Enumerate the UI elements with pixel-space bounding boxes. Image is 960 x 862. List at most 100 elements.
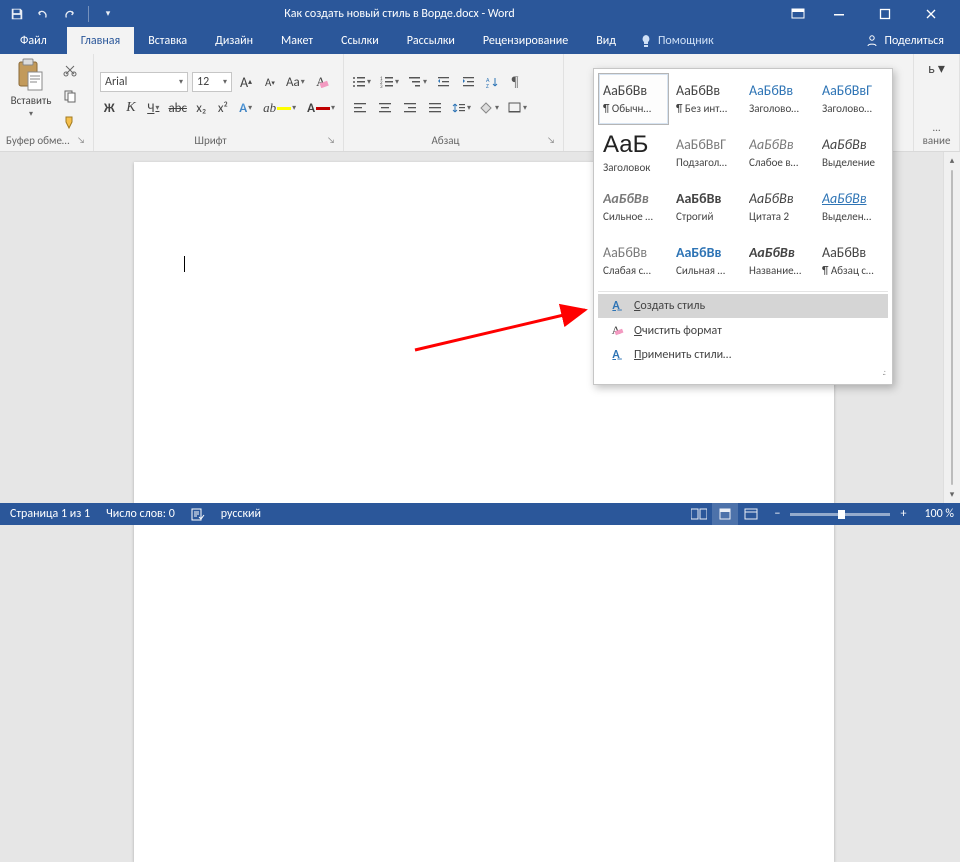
tab-insert[interactable]: Вставка [134,27,201,54]
copy-icon[interactable] [60,86,80,106]
shrink-font-icon[interactable]: A▾ [260,72,280,92]
grow-font-icon[interactable]: A▴ [236,72,256,92]
clear-formatting-icon[interactable]: A [311,72,331,92]
vertical-scrollbar[interactable]: ▴ ▾ [943,152,960,503]
increase-indent-button[interactable] [459,72,479,92]
clear-format-icon: A [608,323,624,338]
superscript-button[interactable]: x² [216,98,231,118]
ribbon-display-options-icon[interactable] [780,0,816,27]
zoom-value[interactable]: 100 % [916,507,954,521]
status-word-count[interactable]: Число слов: 0 [102,507,187,521]
text-caret [184,256,185,272]
justify-button[interactable] [425,98,445,118]
font-name-combo[interactable]: Arial ▾ [100,72,188,92]
style-gallery-item[interactable]: АаБбВвГПодзагол… [671,127,742,179]
styles-gallery-popup: АаБбВв¶ Обычн…АаБбВв¶ Без инт…АаБбВвЗаго… [593,68,893,385]
style-gallery-item[interactable]: АаБбВвВыделение [817,127,888,179]
sort-button[interactable]: AZ [484,72,500,92]
cut-icon[interactable] [60,60,80,80]
tab-layout[interactable]: Макет [267,27,327,54]
tab-mailings[interactable]: Рассылки [393,27,469,54]
tab-review[interactable]: Рецензирование [469,27,582,54]
tab-references[interactable]: Ссылки [327,27,393,54]
zoom-out-button[interactable]: − [770,507,784,521]
font-size-combo[interactable]: 12 ▾ [192,72,232,92]
undo-icon[interactable] [32,3,54,25]
style-gallery-item[interactable]: АаБбВвСильная … [671,235,742,287]
apply-styles-icon: A̲ [608,348,624,362]
status-spellcheck-icon[interactable] [187,507,217,521]
align-right-button[interactable] [400,98,420,118]
bullets-button[interactable]: ▾ [350,72,373,92]
align-left-button[interactable] [350,98,370,118]
style-gallery-item[interactable]: АаБбВвНазвание… [744,235,815,287]
underline-button[interactable]: Ч▾ [145,98,161,118]
font-color-button[interactable]: A▾ [305,98,337,118]
text-effects-button[interactable]: A▾ [237,98,254,118]
style-gallery-item[interactable]: АаБбВвЗаголово… [744,73,815,125]
show-marks-button[interactable]: ¶ [505,72,525,92]
resize-grip-icon[interactable]: .: [598,367,888,380]
tell-me-helper[interactable]: Помощник [630,27,724,54]
svg-text:Z: Z [486,82,489,88]
italic-button[interactable]: К [124,98,139,118]
strikethrough-button[interactable]: abc [168,98,187,118]
account-area[interactable] [680,4,780,24]
style-gallery-item[interactable]: АаБбВвСильное … [598,181,669,233]
multilevel-list-button[interactable]: ▾ [406,72,429,92]
format-painter-icon[interactable] [60,112,80,132]
dialog-launcher-icon[interactable]: ↘ [327,135,337,146]
scroll-up-icon[interactable]: ▴ [944,152,960,169]
style-gallery-item[interactable]: АаБбВвЦитата 2 [744,181,815,233]
style-gallery-item[interactable]: АаБбВвСлабая с… [598,235,669,287]
style-gallery-item[interactable]: АаБбВв¶ Без инт… [671,73,742,125]
style-gallery-item[interactable]: АаБЗаголовок [598,127,669,179]
close-button[interactable] [908,0,954,27]
style-gallery-item[interactable]: АаБбВвСтрогий [671,181,742,233]
change-case-button[interactable]: Aa▾ [284,72,307,92]
style-gallery-item[interactable]: АаБбВв¶ Абзац с… [817,235,888,287]
group-paragraph-label: Абзац [350,134,541,147]
shading-button[interactable]: ▾ [478,98,501,118]
view-web-layout-icon[interactable] [738,503,764,525]
status-page[interactable]: Страница 1 из 1 [6,507,102,521]
maximize-button[interactable] [862,0,908,27]
decrease-indent-button[interactable] [434,72,454,92]
style-gallery-item[interactable]: АаБбВв¶ Обычн… [598,73,669,125]
view-print-layout-icon[interactable] [712,503,738,525]
highlight-color-button[interactable]: ab▾ [261,98,298,118]
dialog-launcher-icon[interactable]: ↘ [547,135,557,146]
style-gallery-item[interactable]: АаБбВвГЗаголово… [817,73,888,125]
view-read-mode-icon[interactable] [686,503,712,525]
line-spacing-button[interactable]: ▾ [450,98,473,118]
share-button[interactable]: Поделиться [849,27,960,54]
style-gallery-item[interactable]: АаБбВвСлабое в… [744,127,815,179]
borders-button[interactable]: ▾ [506,98,529,118]
menu-apply-styles[interactable]: A̲ Применить стили… [598,343,888,367]
bold-button[interactable]: Ж [102,98,117,118]
subscript-button[interactable]: x₂ [194,98,209,118]
tab-view[interactable]: Вид [582,27,630,54]
style-gallery-item[interactable]: АаБбВвВыделен… [817,181,888,233]
status-language[interactable]: русский [217,507,273,521]
tab-file[interactable]: Файл [0,27,67,54]
numbering-button[interactable]: 123▾ [378,72,401,92]
tell-me-label: Помощник [658,34,714,48]
qat-customize-icon[interactable]: ▾ [97,3,119,25]
zoom-in-button[interactable]: + [896,507,910,521]
tab-design[interactable]: Дизайн [201,27,267,54]
dialog-launcher-icon[interactable]: ↘ [77,135,87,146]
save-icon[interactable] [6,3,28,25]
redo-icon[interactable] [58,3,80,25]
scroll-thumb[interactable] [951,170,953,485]
paste-splitbutton[interactable]: Вставить ▾ [6,58,56,119]
zoom-slider[interactable] [790,513,890,516]
title-bar: ▾ Как создать новый стиль в Ворде.docx -… [0,0,960,27]
align-center-button[interactable] [375,98,395,118]
menu-clear-format[interactable]: A Очистить формат [598,318,888,343]
minimize-button[interactable] [816,0,862,27]
scroll-down-icon[interactable]: ▾ [944,486,960,503]
tab-home[interactable]: Главная [67,27,134,54]
menu-create-style[interactable]: A̲ Создать стиль [598,294,888,318]
editing-dropdown[interactable]: ь ▾ [920,60,953,77]
